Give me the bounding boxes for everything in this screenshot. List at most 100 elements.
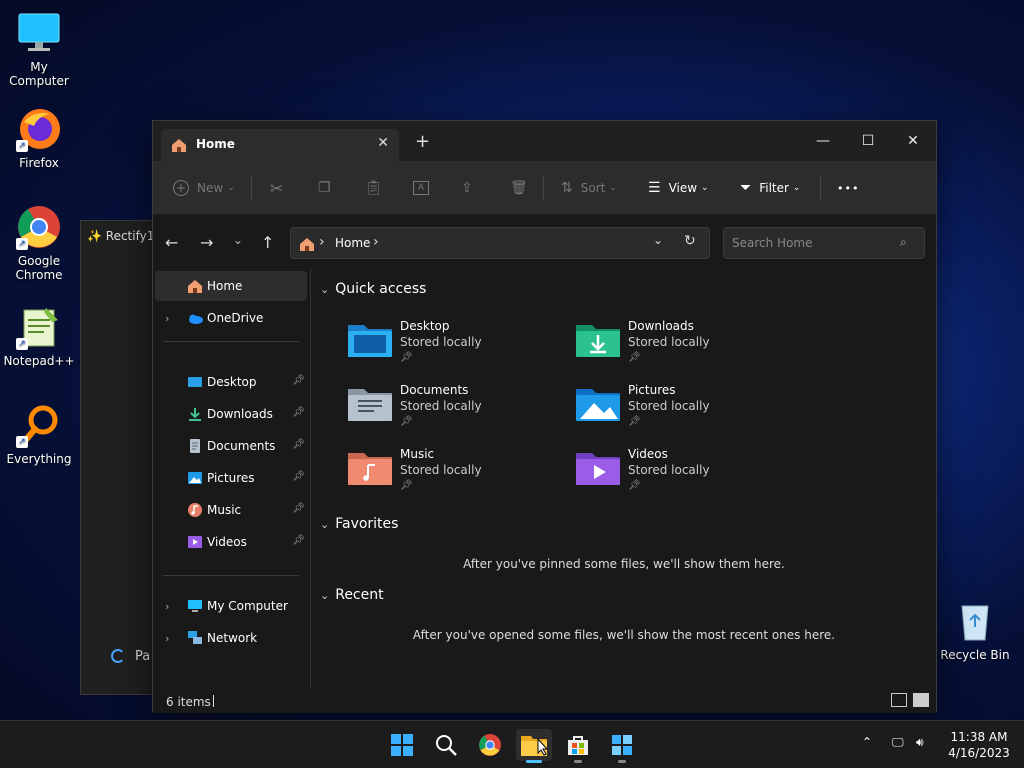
quick-access-pictures[interactable]: Pictures Stored locally 📌︎ (576, 381, 796, 441)
show-hidden-icons-button[interactable]: ⌃ (862, 735, 872, 749)
monitor-icon (187, 598, 203, 614)
chevron-right-icon[interactable]: › (165, 312, 169, 325)
start-button[interactable] (384, 729, 420, 761)
quick-access-downloads[interactable]: Downloads Stored locally 📌︎ (576, 317, 796, 377)
close-tab-button[interactable]: ✕ (377, 135, 389, 151)
chevron-down-icon[interactable]: ⌄ (320, 283, 329, 296)
quick-access-documents[interactable]: Documents Stored locally 📌︎ (348, 381, 568, 441)
recent-header[interactable]: ⌄ Recent (320, 587, 384, 603)
sidebar-item-onedrive[interactable]: › OneDrive (155, 303, 307, 333)
volume-icon[interactable]: 🔊︎ (916, 735, 924, 750)
sort-button[interactable]: ⇅ Sort ⌄ (561, 161, 617, 215)
quick-access-header[interactable]: ⌄ Quick access (320, 281, 426, 297)
recycle-bin-icon (952, 598, 998, 644)
network-status-icon[interactable]: 🖵︎ (892, 735, 904, 750)
cut-button[interactable]: ✂ (270, 161, 283, 215)
sort-icon: ⇅ (561, 180, 573, 196)
paste-button[interactable]: 📋︎ (365, 161, 383, 215)
sidebar-item-home[interactable]: Home (155, 271, 307, 301)
back-button[interactable]: ← (165, 233, 178, 252)
copy-button[interactable]: ❐ (318, 161, 331, 215)
sidebar-item-music[interactable]: Music 📌︎ (155, 495, 307, 525)
firefox-icon: ↗ (16, 106, 62, 152)
music-folder-icon (348, 453, 392, 485)
sidebar-item-videos[interactable]: Videos 📌︎ (155, 527, 307, 557)
background-window[interactable]: ✨ Rectify11 Pa (80, 220, 162, 695)
clock-time: 11:38 AM (950, 730, 1008, 744)
magnifier-icon: ↗ (16, 402, 62, 448)
sidebar-item-network[interactable]: › Network (155, 623, 307, 653)
refresh-button[interactable]: ↻ (684, 233, 696, 249)
search-input[interactable] (732, 234, 892, 252)
details-view-button[interactable] (891, 693, 907, 707)
scissors-icon: ✂ (270, 178, 284, 198)
address-bar[interactable]: › Home › ⌄ ↻ (290, 227, 710, 259)
address-dropdown-button[interactable]: ⌄ (653, 233, 663, 247)
desktop-icon-notepadpp[interactable]: ↗ Notepad++ (0, 304, 78, 368)
chevron-down-icon: ⌄ (701, 183, 709, 193)
desktop-icon-firefox[interactable]: ↗ Firefox (0, 106, 78, 170)
quick-access-music[interactable]: Music Stored locally 📌︎ (348, 445, 568, 505)
minimize-button[interactable]: — (803, 127, 843, 155)
taskbar-rectify11[interactable] (604, 729, 640, 763)
sidebar-item-pictures[interactable]: Pictures 📌︎ (155, 463, 307, 493)
sidebar-item-my-computer[interactable]: › My Computer (155, 591, 307, 621)
favorites-header[interactable]: ⌄ Favorites (320, 516, 398, 532)
taskbar-chrome[interactable] (472, 729, 508, 761)
desktop-icon-recycle-bin[interactable]: Recycle Bin (936, 598, 1014, 662)
loading-spinner-icon (111, 649, 125, 663)
taskbar-store[interactable] (560, 729, 596, 763)
file-explorer-window[interactable]: Home ✕ + — ☐ ✕ + New ⌄ ✂ ❐ 📋︎ A ⇪ 🗑︎ ⇅ S… (152, 120, 937, 713)
taskbar-search-button[interactable] (428, 729, 464, 761)
filter-button[interactable]: ⏷ Filter ⌄ (740, 161, 800, 215)
background-window-status: Pa (135, 649, 151, 664)
more-options-button[interactable]: ••• (837, 161, 859, 215)
breadcrumb-home[interactable]: Home (335, 236, 370, 250)
up-button[interactable]: ↑ (261, 233, 274, 252)
taskbar-clock[interactable]: 11:38 AM 4/16/2023 (940, 729, 1018, 761)
desktop-icon-label: Notepad++ (3, 354, 75, 368)
breadcrumb-separator[interactable]: › (373, 234, 379, 250)
command-bar: + New ⌄ ✂ ❐ 📋︎ A ⇪ 🗑︎ ⇅ Sort ⌄ ☰ View ⌄ … (153, 161, 936, 215)
search-box[interactable]: ⌕ (723, 227, 925, 259)
forward-button[interactable]: → (200, 233, 213, 252)
delete-button[interactable]: 🗑︎ (510, 161, 528, 215)
chevron-right-icon[interactable]: › (165, 600, 169, 613)
new-button[interactable]: + New ⌄ (173, 161, 235, 215)
tab-home[interactable]: Home ✕ (161, 129, 399, 161)
notepadpp-icon: ↗ (16, 304, 62, 350)
chevron-down-icon[interactable]: ⌄ (320, 518, 329, 531)
sidebar-item-desktop[interactable]: Desktop 📌︎ (155, 367, 307, 397)
taskbar: ⌃ 🖵︎ 🔊︎ 11:38 AM 4/16/2023 (0, 720, 1024, 768)
desktop-icon-my-computer[interactable]: My Computer (0, 10, 78, 88)
tab-bar: Home ✕ + — ☐ ✕ (153, 121, 936, 161)
downloads-folder-icon (576, 325, 620, 357)
pin-icon: 📌︎ (628, 352, 641, 363)
maximize-button[interactable]: ☐ (848, 127, 888, 155)
recent-locations-button[interactable]: ⌄ (233, 233, 243, 247)
chevron-down-icon[interactable]: ⌄ (320, 589, 329, 602)
view-button[interactable]: ☰ View ⌄ (648, 161, 709, 215)
search-icon (436, 735, 457, 756)
quick-access-videos[interactable]: Videos Stored locally 📌︎ (576, 445, 796, 505)
desktop-icon-chrome[interactable]: ↗ Google Chrome (0, 204, 78, 282)
desktop-icon-everything[interactable]: ↗ Everything (0, 402, 78, 466)
chrome-icon (479, 734, 501, 756)
pin-icon: 📌︎ (400, 416, 413, 427)
quick-access-desktop[interactable]: Desktop Stored locally 📌︎ (348, 317, 568, 377)
sidebar-item-downloads[interactable]: Downloads 📌︎ (155, 399, 307, 429)
close-window-button[interactable]: ✕ (893, 127, 933, 155)
new-tab-button[interactable]: + (415, 131, 430, 152)
plus-circle-icon: + (173, 180, 189, 196)
sidebar-item-documents[interactable]: Documents 📌︎ (155, 431, 307, 461)
desktop-folder-icon (348, 325, 392, 357)
rename-button[interactable]: A (413, 161, 429, 215)
mouse-cursor-icon (537, 738, 549, 756)
chevron-right-icon[interactable]: › (165, 632, 169, 645)
copy-icon: ❐ (318, 180, 331, 196)
pin-icon: 📌︎ (292, 439, 305, 450)
videos-folder-icon (576, 453, 620, 485)
documents-folder-icon (348, 389, 392, 421)
large-icons-view-button[interactable] (913, 693, 929, 707)
share-button[interactable]: ⇪ (461, 161, 473, 215)
